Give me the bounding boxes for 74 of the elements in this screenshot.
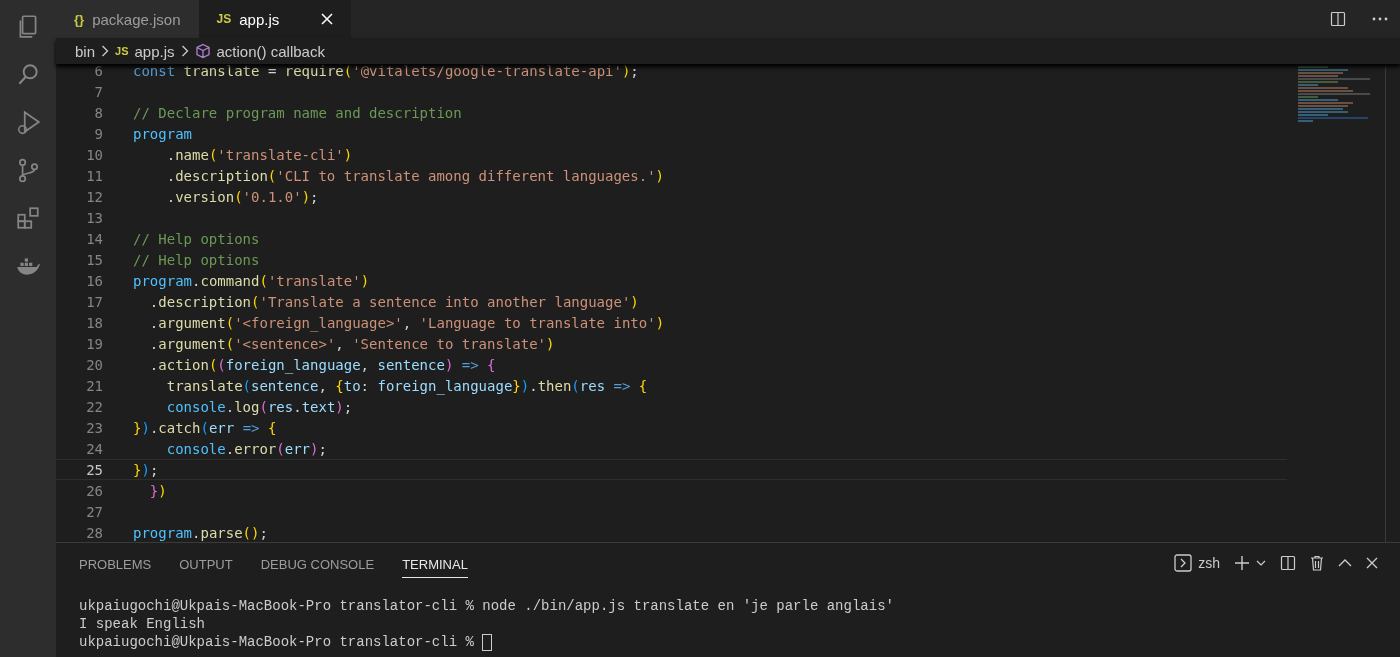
line-number: 16	[85, 272, 104, 289]
line-number: 24	[85, 440, 104, 457]
editor-tab[interactable]: {} package.json	[56, 0, 199, 38]
chevron-down-icon[interactable]	[1256, 560, 1266, 566]
terminal-icon[interactable]	[1174, 554, 1193, 572]
line-number: 14	[85, 230, 104, 247]
editor-tab[interactable]: JS app.js	[198, 0, 352, 38]
chevron-up-icon[interactable]	[1338, 559, 1352, 567]
line-number: 27	[85, 503, 104, 520]
line-number: 23	[85, 419, 104, 436]
line-number: 21	[85, 377, 104, 394]
code-line: translate(sentence, {to: foreign_language}).then(res => {	[165, 377, 648, 394]
panel-tab[interactable]: OUTPUT	[179, 548, 233, 578]
split-editor-icon[interactable]	[1330, 11, 1346, 27]
breadcrumb-item[interactable]: bin	[75, 42, 96, 60]
code-line: .description('Translate a sentence into another language')	[148, 293, 639, 310]
minimap-drawing[interactable]	[1298, 66, 1370, 122]
more-icon[interactable]	[1372, 17, 1388, 21]
plus-icon[interactable]	[1234, 555, 1250, 571]
code-line: .name('translate-cli')	[165, 146, 353, 163]
line-number: 11	[85, 167, 104, 184]
line-number: 13	[85, 209, 104, 226]
code-line: .action((foreign_language, sentence) => {	[148, 356, 496, 373]
line-number: 7	[93, 83, 104, 100]
line-number: 9	[93, 125, 104, 142]
trash-icon[interactable]	[1310, 555, 1324, 571]
code-line: });	[133, 461, 159, 478]
breadcrumb-item[interactable]: action() callback	[216, 42, 325, 60]
code-line: .description('CLI to translate among different languages.')	[165, 167, 665, 184]
code-line: program.parse();	[133, 524, 268, 541]
panel-tab[interactable]: PROBLEMS	[79, 548, 152, 578]
line-number: 17	[85, 293, 104, 310]
js-file-icon: JS	[115, 45, 129, 57]
split-terminal-icon[interactable]	[1280, 555, 1296, 571]
terminal-line: I speak English	[79, 615, 206, 633]
line-number: 26	[85, 482, 104, 499]
close-icon[interactable]	[1366, 557, 1378, 569]
run-debug-icon[interactable]	[15, 109, 41, 135]
code-line: }).catch(err => {	[133, 419, 277, 436]
terminal-line: ukpaiugochi@Ukpais-MacBook-Pro translator-cli %	[79, 633, 475, 651]
cube-icon	[194, 43, 211, 59]
line-number: 12	[85, 188, 104, 205]
code-line: // Help options	[133, 230, 260, 247]
code-line: .argument('<foreign_language>', 'Language to translate into')	[148, 314, 665, 331]
code-line: console.log(res.text);	[165, 398, 353, 415]
chevron-right-icon	[180, 45, 189, 57]
line-number: 10	[85, 146, 104, 163]
panel-tab[interactable]: TERMINAL	[402, 548, 468, 578]
line-number: 28	[85, 524, 104, 541]
code-line: const translate = require('@vitalets/google-translate-api');	[133, 64, 639, 79]
code-line: // Declare program name and description	[133, 104, 462, 121]
code-line: console.error(err);	[165, 440, 327, 457]
code-line: .version('0.1.0');	[165, 188, 319, 205]
line-number: 8	[93, 104, 104, 121]
panel-tab[interactable]: DEBUG CONSOLE	[260, 548, 375, 578]
code-line: // Help options	[133, 251, 260, 268]
line-number: 6	[93, 64, 104, 79]
breadcrumb-item[interactable]: app.js	[134, 42, 175, 60]
line-number: 18	[85, 314, 104, 331]
line-number: 22	[85, 398, 104, 415]
chevron-right-icon	[101, 45, 110, 57]
line-number: 19	[85, 335, 104, 352]
line-number: 25	[85, 461, 104, 478]
code-line: program.command('translate')	[133, 272, 370, 289]
line-number: 20	[85, 356, 104, 373]
code-line: program	[133, 125, 192, 142]
code-line: })	[148, 482, 167, 499]
line-number: 15	[85, 251, 104, 268]
shell-name[interactable]: zsh	[1198, 555, 1220, 571]
file-type-icon: JS	[216, 12, 232, 26]
code-line: .argument('<sentence>', 'Sentence to translate')	[148, 335, 555, 352]
extensions-icon[interactable]	[15, 205, 41, 231]
terminal-line: ukpaiugochi@Ukpais-MacBook-Pro translator-cli % node ./bin/app.js translate en 'je parle anglais'	[79, 597, 894, 615]
file-type-icon: {}	[74, 11, 85, 27]
